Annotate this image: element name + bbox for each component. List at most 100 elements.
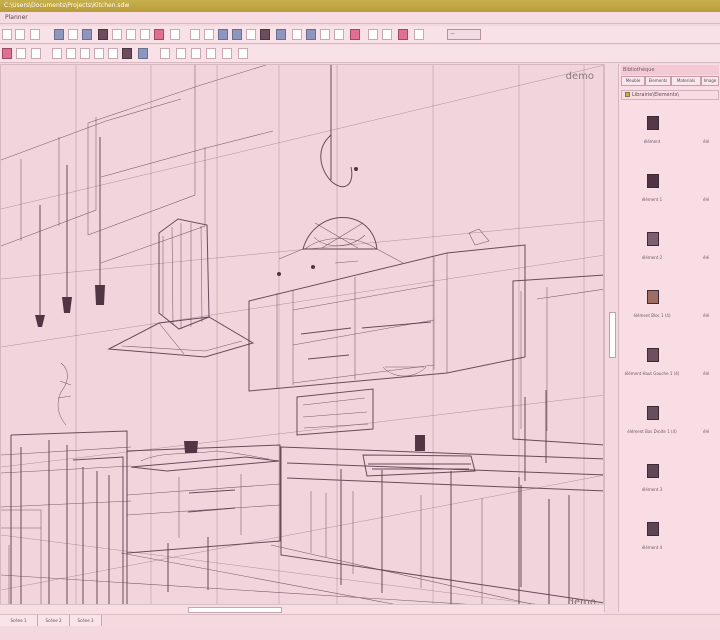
3d-viewport[interactable]: demo demo xyxy=(0,64,604,612)
scale-icon[interactable] xyxy=(126,29,136,40)
drawer-unit-icon xyxy=(647,406,659,420)
drag-icon[interactable] xyxy=(16,48,26,59)
pan-icon[interactable] xyxy=(334,29,344,40)
library-item[interactable]: élément élé xyxy=(621,108,709,162)
library-path-text: Librairie\Elements\ xyxy=(632,92,680,98)
range-hood xyxy=(107,218,255,358)
group-icon[interactable] xyxy=(52,48,62,59)
library-panel: Bibliothèque Meuble Elements Materials I… xyxy=(618,64,720,612)
snap-icon[interactable] xyxy=(31,48,41,59)
menu-item-planner[interactable]: Planner xyxy=(5,14,28,21)
secondary-toolbar xyxy=(0,45,720,63)
show-icon[interactable] xyxy=(138,48,148,59)
main-toolbar: — xyxy=(0,26,720,44)
lock-icon[interactable] xyxy=(176,48,186,59)
zoom-value: — xyxy=(450,31,455,37)
tab-furniture[interactable]: Meuble xyxy=(621,76,645,86)
horizontal-scroll-thumb[interactable] xyxy=(188,607,282,613)
distribute-icon[interactable] xyxy=(94,48,104,59)
zoom-extents-icon[interactable] xyxy=(320,29,330,40)
library-panel-title: Bibliothèque xyxy=(621,65,719,75)
add-icon[interactable] xyxy=(2,48,12,59)
cooker-icon xyxy=(647,464,659,478)
library-item-label: élément Bloc 1 (4) xyxy=(633,313,671,318)
wireframe-icon[interactable] xyxy=(260,29,270,40)
render-icon[interactable] xyxy=(276,29,286,40)
library-item[interactable]: élément Bloc 1 (4) élé xyxy=(621,282,709,336)
orbit-icon[interactable] xyxy=(306,29,316,40)
view-top-icon[interactable] xyxy=(204,29,214,40)
settings-icon[interactable] xyxy=(368,29,378,40)
vertical-scrollbar[interactable] xyxy=(604,64,618,612)
view-front-icon[interactable] xyxy=(218,29,228,40)
library-path: Librairie\Elements\ xyxy=(621,90,719,100)
mirror-icon[interactable] xyxy=(108,48,118,59)
cupboard-icon xyxy=(647,290,659,304)
material-icon[interactable] xyxy=(154,29,164,40)
ceiling-light-icon xyxy=(647,174,659,188)
left-high-cabinets xyxy=(1,65,274,264)
grid-toggle-icon[interactable] xyxy=(191,48,201,59)
select-icon[interactable] xyxy=(82,29,92,40)
library-item-label: élément 2 xyxy=(641,255,663,260)
align-icon[interactable] xyxy=(80,48,90,59)
axis-icon[interactable] xyxy=(206,48,216,59)
help-icon[interactable] xyxy=(382,29,392,40)
library-item-label: élément Haut Gauche 1 (4) xyxy=(624,371,680,376)
library-item[interactable]: élément Bas Droite 1 (4) élé xyxy=(621,398,709,452)
folder-icon xyxy=(625,92,630,97)
layer-icon[interactable] xyxy=(160,48,170,59)
sink-counter xyxy=(280,435,603,611)
window-title: C:\Users\Documents\Projects\Kitchen.sdw xyxy=(0,0,720,12)
shelf-cubby xyxy=(296,388,374,436)
tab-materials[interactable]: Materials xyxy=(671,76,701,86)
move-icon[interactable] xyxy=(98,29,108,40)
record-icon[interactable] xyxy=(398,29,408,40)
vertical-scroll-thumb[interactable] xyxy=(609,312,616,358)
library-item[interactable]: élément 4 xyxy=(621,514,683,568)
horizontal-scrollbar[interactable] xyxy=(0,604,604,614)
play-icon[interactable] xyxy=(414,29,424,40)
application-window: C:\Users\Documents\Projects\Kitchen.sdw … xyxy=(0,0,720,640)
tab-elements[interactable]: Elements xyxy=(645,76,671,86)
library-item-label: élément 1 xyxy=(641,197,663,202)
library-item-secondary-label: élé xyxy=(703,371,710,376)
cabinet-icon xyxy=(647,348,659,362)
library-item[interactable]: élément 3 xyxy=(621,456,683,510)
copy-icon[interactable] xyxy=(54,29,64,40)
library-item-secondary-label: élé xyxy=(703,139,710,144)
library-item-secondary-label: élé xyxy=(703,429,710,434)
grid-icon[interactable] xyxy=(170,29,180,40)
tab-image[interactable]: Image xyxy=(701,76,719,86)
library-item[interactable]: élément 1 élé xyxy=(621,166,709,220)
library-item-label: élément 3 xyxy=(641,487,663,492)
undo-icon[interactable] xyxy=(2,29,12,40)
front-floor-lines xyxy=(1,544,578,611)
scene-tab-3[interactable]: Scène 3 xyxy=(70,615,102,626)
hide-icon[interactable] xyxy=(122,48,132,59)
light-icon[interactable] xyxy=(292,29,302,40)
dimension-icon[interactable] xyxy=(222,48,232,59)
redo-icon[interactable] xyxy=(15,29,25,40)
camera-icon[interactable] xyxy=(190,29,200,40)
arrow-icon[interactable] xyxy=(30,29,40,40)
scene-tab-1[interactable]: Scène 1 xyxy=(0,615,38,626)
library-item[interactable]: élément 2 élé xyxy=(621,224,709,278)
kitchen-wireframe-scene xyxy=(1,65,603,611)
paint-icon[interactable] xyxy=(350,29,360,40)
rotate-icon[interactable] xyxy=(112,29,122,40)
zoom-select[interactable]: — xyxy=(447,29,481,40)
paste-icon[interactable] xyxy=(68,29,78,40)
scene-tab-2[interactable]: Scène 2 xyxy=(38,615,70,626)
ceiling-pendant xyxy=(277,65,404,276)
library-item[interactable]: élément Haut Gauche 1 (4) élé xyxy=(621,340,709,394)
text-icon[interactable] xyxy=(238,48,248,59)
menu-bar: Planner xyxy=(0,12,720,24)
view-perspective-icon[interactable] xyxy=(246,29,256,40)
right-upper-cabinets xyxy=(512,274,603,481)
ungroup-icon[interactable] xyxy=(66,48,76,59)
view-side-icon[interactable] xyxy=(232,29,242,40)
library-item-secondary-label: élé xyxy=(703,255,710,260)
measure-icon[interactable] xyxy=(140,29,150,40)
library-item-list: élément élé élément 1 élé élément 2 élé élémen… xyxy=(621,108,719,612)
